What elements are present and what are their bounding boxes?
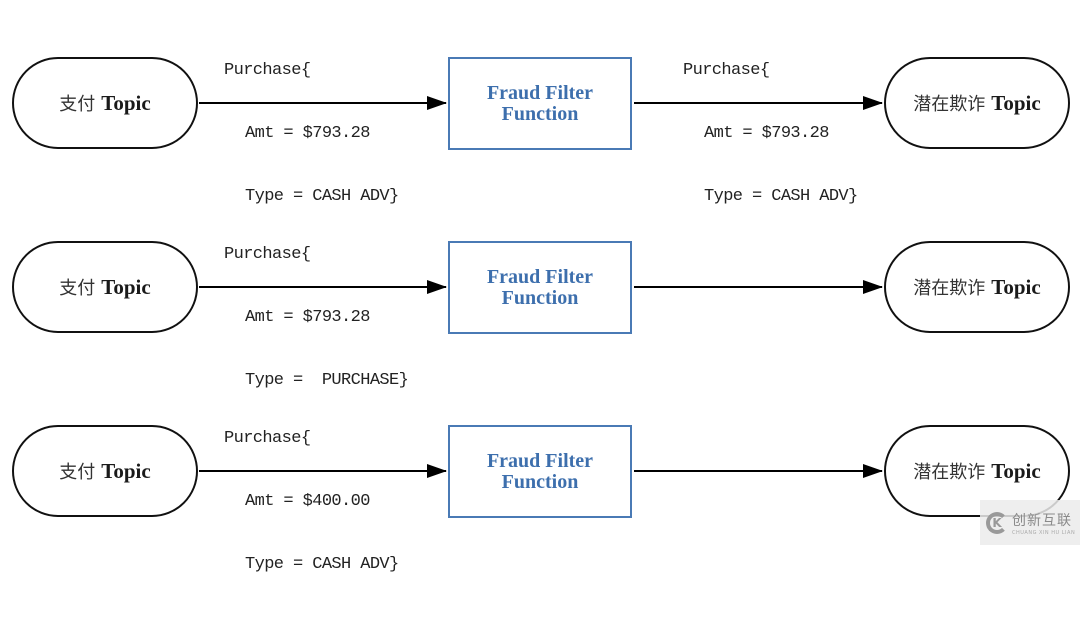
source-topic-cjk: 支付 xyxy=(59,94,96,115)
message-line: Purchase{ xyxy=(224,61,311,80)
sink-topic-label: Topic xyxy=(991,274,1041,299)
source-topic-2: 支付 Topic xyxy=(12,241,198,333)
source-topic-1: 支付 Topic xyxy=(12,57,198,149)
message-line: Amt = $793.28 xyxy=(245,308,370,327)
fraud-filter-function-2: Fraud Filter Function xyxy=(448,241,632,334)
source-topic-label: Topic xyxy=(101,274,151,299)
message-line: Amt = $793.28 xyxy=(245,124,370,143)
source-topic-label: Topic xyxy=(101,90,151,115)
source-topic-3: 支付 Topic xyxy=(12,425,198,517)
function-label-line2: Function xyxy=(501,102,579,125)
function-label-line1: Fraud Filter xyxy=(486,449,594,472)
message-line: Type = CASH ADV} xyxy=(704,187,858,206)
sink-topic-2: 潜在欺诈 Topic xyxy=(884,241,1070,333)
watermark-text-cn: 创新互联 xyxy=(1012,512,1072,529)
message-line: Type = CASH ADV} xyxy=(245,555,399,574)
input-message-3: Purchase{ Amt = $400.00 Type = CASH ADV} xyxy=(224,386,399,617)
source-topic-label: Topic xyxy=(101,458,151,483)
function-label-line2: Function xyxy=(501,286,579,309)
sink-topic-label: Topic xyxy=(991,90,1041,115)
watermark: K 创新互联 CHUANG XIN HU LIAN xyxy=(980,500,1080,545)
message-line: Purchase{ xyxy=(224,429,311,448)
sink-topic-cjk: 潜在欺诈 xyxy=(913,462,986,483)
fraud-filter-function-3: Fraud Filter Function xyxy=(448,425,632,518)
output-message-1: Purchase{ Amt = $793.28 Type = CASH ADV} xyxy=(683,18,858,249)
function-label-line1: Fraud Filter xyxy=(486,81,594,104)
watermark-text-en: CHUANG XIN HU LIAN xyxy=(1012,529,1076,536)
sink-topic-cjk: 潜在欺诈 xyxy=(913,278,986,299)
message-line: Purchase{ xyxy=(224,245,311,264)
source-topic-cjk: 支付 xyxy=(59,462,96,483)
message-line: Purchase{ xyxy=(683,61,770,80)
sink-topic-1: 潜在欺诈 Topic xyxy=(884,57,1070,149)
source-topic-cjk: 支付 xyxy=(59,278,96,299)
function-label-line2: Function xyxy=(501,470,579,493)
sink-topic-label: Topic xyxy=(991,458,1041,483)
message-line: Amt = $400.00 xyxy=(245,492,370,511)
sink-topic-cjk: 潜在欺诈 xyxy=(913,94,986,115)
message-line: Amt = $793.28 xyxy=(704,124,829,143)
fraud-filter-function-1: Fraud Filter Function xyxy=(448,57,632,150)
function-label-line1: Fraud Filter xyxy=(486,265,594,288)
diagram-canvas: 支付 Topic Purchase{ Amt = $793.28 Type = … xyxy=(0,0,1080,574)
watermark-logo-icon: K xyxy=(986,511,1008,534)
